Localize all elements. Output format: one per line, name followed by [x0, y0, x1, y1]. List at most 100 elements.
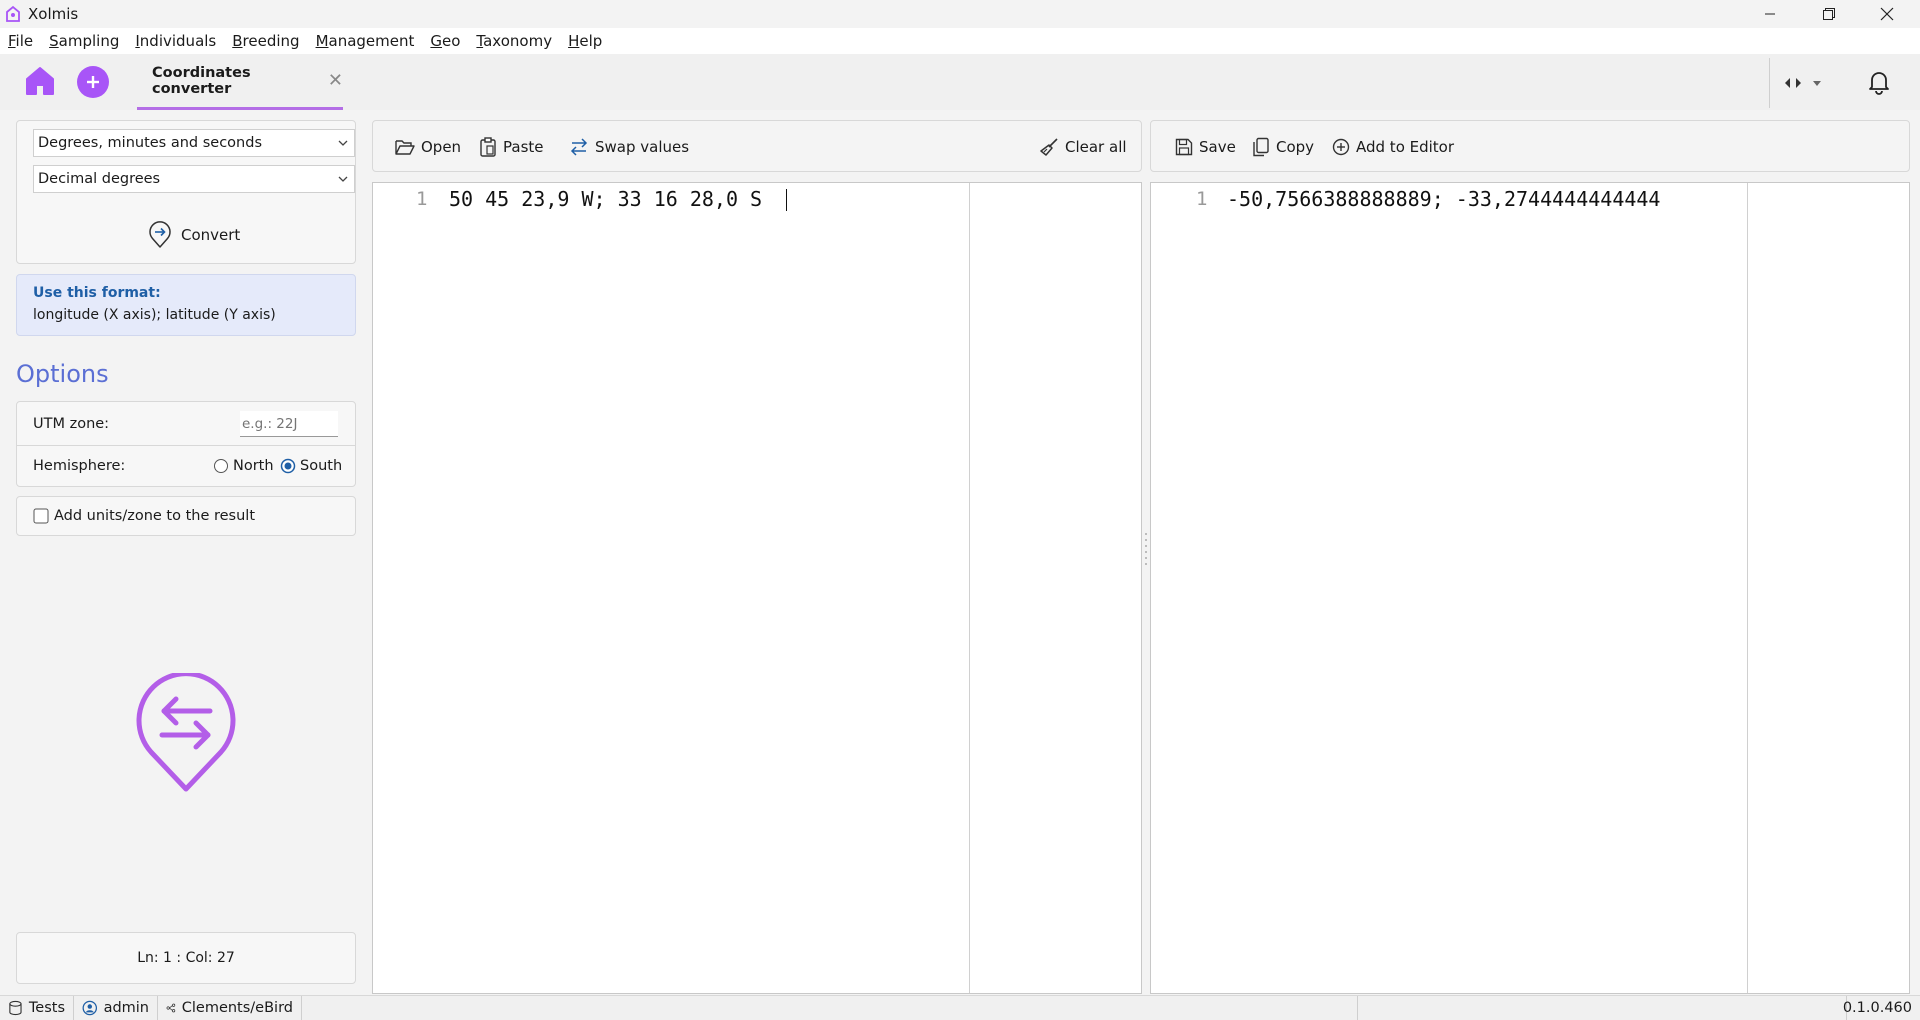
utm-zone-label: UTM zone: — [33, 416, 110, 432]
convert-pin-icon — [149, 221, 171, 248]
format-hint-title: Use this format: — [33, 285, 161, 301]
south-label: South — [300, 458, 343, 474]
view-toggle-button[interactable] — [1784, 76, 1828, 90]
open-label: Open — [421, 138, 462, 156]
menu-sampling[interactable]: Sampling — [49, 32, 119, 50]
status-tests-label: Tests — [28, 1000, 65, 1016]
copy-button[interactable]: Copy — [1252, 121, 1314, 173]
hemisphere-south-radio[interactable]: South — [280, 458, 342, 474]
input-editor[interactable]: 1 50 45 23,9 W; 33 16 28,0 S — [372, 182, 1142, 994]
cursor-position-box: Ln: 1 : Col: 27 — [16, 932, 356, 984]
close-window-button[interactable] — [1858, 0, 1916, 28]
cursor-position: Ln: 1 : Col: 27 — [137, 950, 235, 966]
tab-close-icon[interactable]: ✕ — [328, 70, 343, 91]
convert-button[interactable]: Convert — [147, 221, 240, 249]
tab-coordinates-converter[interactable]: Coordinates converter ✕ — [137, 54, 343, 110]
copy-label: Copy — [1276, 138, 1315, 156]
menu-individuals[interactable]: Individuals — [135, 32, 216, 50]
menu-geo[interactable]: Geo — [430, 32, 460, 50]
new-tab-button[interactable] — [77, 66, 109, 98]
menu-bar: File Sampling Individuals Breeding Manag… — [0, 28, 1920, 54]
checkbox-unchecked-icon — [33, 508, 49, 524]
open-button[interactable]: Open — [395, 121, 461, 173]
clipboard-icon — [480, 137, 496, 157]
conversion-format-panel: Degrees, minutes and seconds Decimal deg… — [16, 120, 356, 264]
clear-all-button[interactable]: Clear all — [1039, 121, 1127, 173]
add-circle-icon — [1332, 138, 1350, 156]
tab-label: Coordinates converter — [152, 64, 251, 97]
status-taxonomy-label: Clements/eBird — [181, 1000, 293, 1016]
add-units-checkbox[interactable]: Add units/zone to the result — [33, 508, 255, 524]
divider — [17, 445, 355, 446]
menu-taxonomy[interactable]: Taxonomy — [476, 32, 552, 50]
source-format-value: Degrees, minutes and seconds — [38, 135, 263, 151]
minimize-icon — [1765, 13, 1775, 15]
input-toolbar: Open Paste Swap values Clear all — [372, 120, 1142, 172]
input-text: 50 45 23,9 W; 33 16 28,0 S — [449, 187, 763, 211]
status-version: 0.1.0.460 — [1842, 996, 1920, 1020]
text-cursor — [786, 189, 787, 211]
target-format-select[interactable]: Decimal degrees — [33, 165, 355, 193]
divider — [1769, 58, 1770, 108]
format-hint-box: Use this format: longitude (X axis); lat… — [16, 274, 356, 336]
eraser-broom-icon — [1040, 138, 1058, 156]
status-tests[interactable]: Tests — [0, 996, 74, 1020]
home-icon — [26, 67, 54, 95]
user-circle-icon — [82, 1000, 98, 1016]
database-icon — [9, 1000, 22, 1016]
format-hint-text: longitude (X axis); latitude (Y axis) — [33, 307, 276, 323]
swap-values-label: Swap values — [595, 138, 690, 156]
menu-management[interactable]: Management — [316, 32, 415, 50]
title-bar — [0, 0, 1920, 28]
splitter-handle[interactable] — [1143, 530, 1149, 570]
status-bar: Tests admin Clements/eBird 0.1.0.460 — [0, 995, 1920, 1020]
paste-button[interactable]: Paste — [479, 121, 544, 173]
radio-checked-icon — [280, 458, 296, 474]
radio-unchecked-icon — [214, 459, 228, 473]
version-label: 0.1.0.460 — [1842, 1000, 1912, 1016]
bell-icon — [1869, 72, 1889, 95]
output-toolbar: Save Copy Add to Editor — [1150, 120, 1910, 172]
right-margin-line — [969, 183, 970, 993]
swap-values-button[interactable]: Swap values — [569, 121, 689, 173]
convert-label: Convert — [181, 226, 241, 244]
menu-file[interactable]: File — [8, 32, 33, 50]
hemisphere-north-radio[interactable]: North — [213, 458, 274, 474]
folder-open-icon — [395, 140, 415, 155]
output-text: -50,7566388888889; -33,2744444444444 — [1227, 187, 1661, 211]
source-format-select[interactable]: Degrees, minutes and seconds — [33, 129, 355, 157]
menu-breeding[interactable]: Breeding — [232, 32, 299, 50]
minimize-button[interactable] — [1741, 0, 1799, 28]
grip-dots-icon — [1145, 533, 1147, 565]
chevron-down-icon — [338, 176, 348, 182]
output-editor[interactable]: 1 -50,7566388888889; -33,2744444444444 — [1150, 182, 1910, 994]
plus-icon — [87, 76, 99, 88]
add-units-label: Add units/zone to the result — [54, 508, 256, 524]
notifications-button[interactable] — [1866, 69, 1892, 95]
status-taxonomy[interactable]: Clements/eBird — [158, 996, 302, 1020]
save-disk-icon — [1175, 138, 1193, 156]
restore-icon — [1823, 8, 1835, 20]
save-button[interactable]: Save — [1175, 121, 1236, 173]
target-format-value: Decimal degrees — [38, 171, 161, 187]
clear-all-label: Clear all — [1065, 138, 1127, 156]
swap-arrows-icon — [570, 138, 588, 156]
status-user-label: admin — [103, 1000, 149, 1016]
add-to-editor-button[interactable]: Add to Editor — [1332, 121, 1454, 173]
paste-label: Paste — [503, 138, 544, 156]
chevron-down-icon — [338, 140, 348, 146]
menu-help[interactable]: Help — [568, 32, 602, 50]
divider — [1357, 996, 1358, 1020]
line-number: 1 — [416, 188, 428, 210]
utm-zone-input[interactable] — [240, 411, 338, 437]
code-arrows-icon — [1785, 78, 1821, 88]
status-user[interactable]: admin — [74, 996, 158, 1020]
restore-button[interactable] — [1800, 0, 1858, 28]
add-to-editor-label: Add to Editor — [1356, 138, 1455, 156]
home-button[interactable] — [24, 66, 56, 96]
add-units-panel: Add units/zone to the result — [16, 496, 356, 536]
coordinates-converter-illustration-icon — [134, 673, 238, 793]
north-label: North — [233, 458, 274, 474]
utm-options-panel: UTM zone: Hemisphere: North South — [16, 401, 356, 487]
right-margin-line — [1747, 183, 1748, 993]
